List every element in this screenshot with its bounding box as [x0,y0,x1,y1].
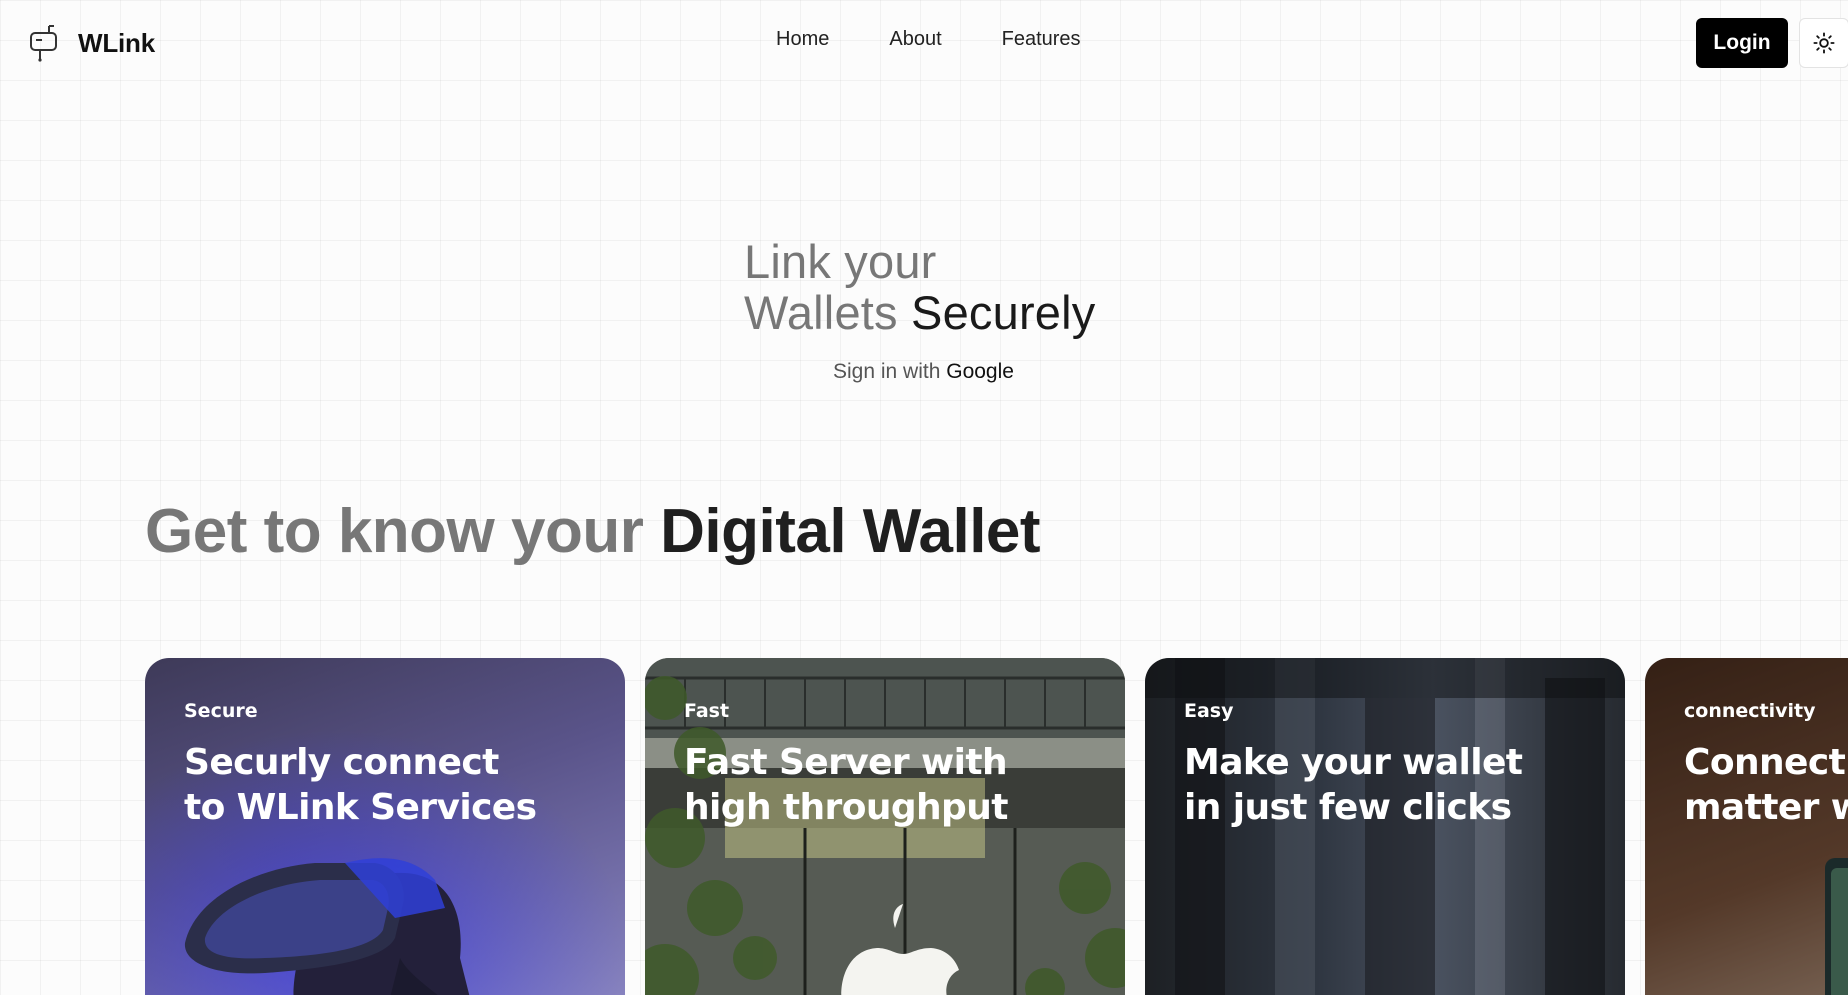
feature-card-fast[interactable]: Fast Fast Server with high throughput [645,658,1125,995]
page: WLink Home About Features Login Link you… [0,0,1848,995]
card-headline-line2: to WLink Services [184,787,537,828]
card-tag: Easy [1184,700,1234,722]
main-nav: Home About Features [776,28,1081,51]
header: WLink Home About Features Login [0,0,1848,86]
card-headline: Securly connect to WLink Services [184,740,604,830]
nav-about[interactable]: About [889,28,941,51]
card-headline-line1: Connect y [1684,742,1848,783]
card-tag: Secure [184,700,258,722]
card-headline-line1: Securly connect [184,742,499,783]
card-headline: Fast Server with high throughput [684,740,1104,830]
card-headline-line2: matter wh [1684,787,1848,828]
section-title-strong: Digital Wallet [660,497,1041,566]
hero-title-securely: Securely [911,286,1096,339]
card-headline-line2: in just few clicks [1184,787,1512,828]
section-title: Get to know your Digital Wallet [145,496,1041,567]
card-headline: Connect y matter wh [1684,740,1848,830]
sign-in-prefix: Sign in with [833,360,941,383]
login-button[interactable]: Login [1696,18,1788,68]
brand[interactable]: WLink [28,24,155,62]
section-title-light: Get to know your [145,497,644,566]
theme-toggle-button[interactable] [1799,18,1848,68]
card-tag: connectivity [1684,700,1816,722]
card-tag: Fast [684,700,730,722]
hero-title: Link your Wallets Securely [744,236,1095,338]
card-headline-line1: Fast Server with [684,742,1008,783]
brand-name: WLink [78,27,155,58]
mailbox-icon [30,25,57,62]
card-headline-line2: high throughput [684,787,1008,828]
sun-icon [1813,32,1835,54]
google-provider-label: Google [946,360,1014,383]
feature-card-secure[interactable]: Secure Securly connect to WLink Services [145,658,625,995]
nav-features[interactable]: Features [1002,28,1081,51]
card-headline-line1: Make your wallet [1184,742,1523,783]
google-sign-in-link[interactable]: Sign in with Google [833,360,1014,384]
feature-card-easy[interactable]: Easy Make your wallet in just few clicks [1145,658,1625,995]
card-headline: Make your wallet in just few clicks [1184,740,1604,830]
feature-card-connectivity[interactable]: connectivity Connect y matter wh [1645,658,1848,995]
nav-home[interactable]: Home [776,28,829,51]
hero-title-line1: Link your [744,235,937,288]
hero-title-wallets: Wallets [744,286,898,339]
